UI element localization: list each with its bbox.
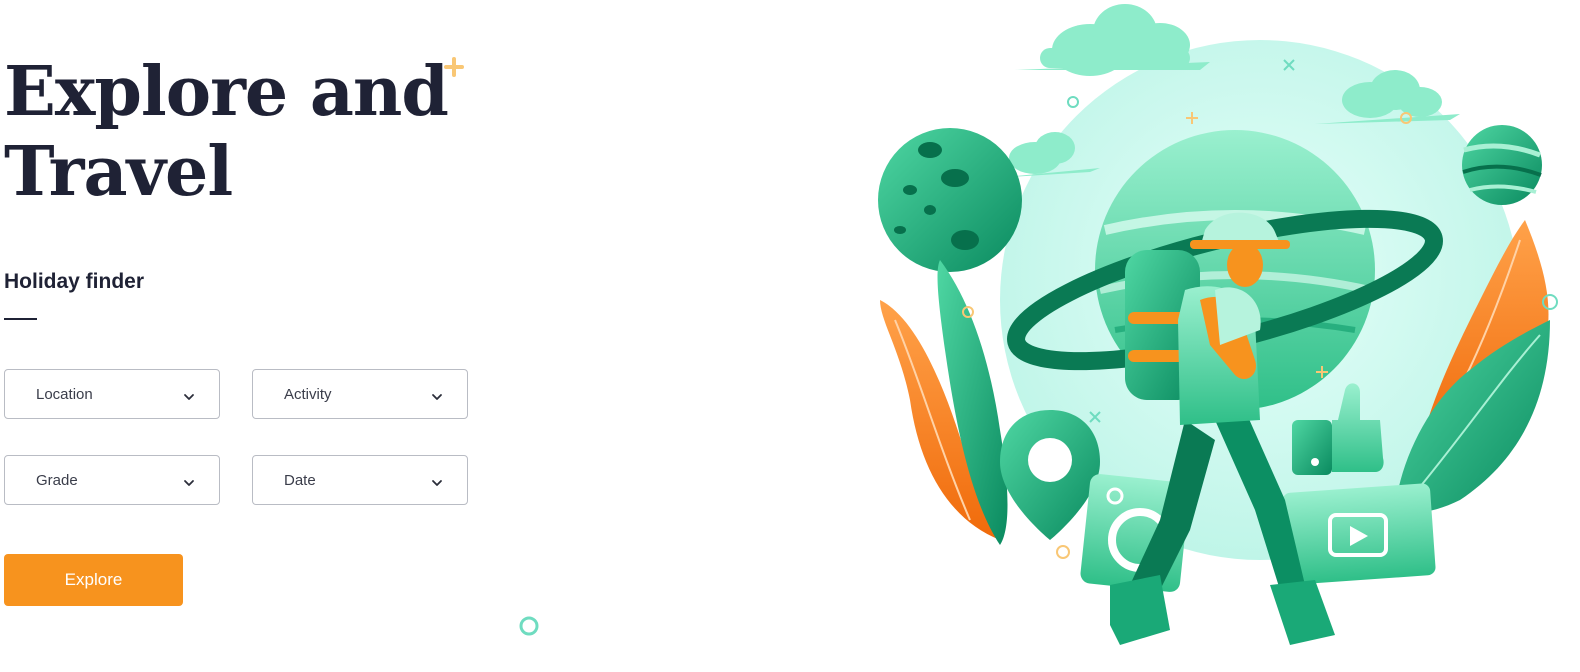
chevron-down-icon — [432, 480, 442, 486]
chevron-down-icon — [184, 480, 194, 486]
location-select-label: Location — [36, 386, 93, 403]
plus-icon — [444, 57, 464, 77]
heading-underline — [4, 318, 37, 320]
date-select-label: Date — [284, 472, 316, 489]
location-select[interactable]: Location — [4, 369, 220, 419]
explore-button[interactable]: Explore — [4, 554, 183, 606]
date-select[interactable]: Date — [252, 455, 468, 505]
activity-select[interactable]: Activity — [252, 369, 468, 419]
activity-select-label: Activity — [284, 386, 332, 403]
chevron-down-icon — [432, 394, 442, 400]
hero-title-line1: Explore and — [4, 52, 449, 132]
hero-title: Explore and Travel — [4, 52, 449, 212]
video-card — [1282, 483, 1436, 585]
grade-select[interactable]: Grade — [4, 455, 220, 505]
page: Explore and Travel Holiday finder Locati… — [0, 0, 1580, 672]
grade-select-label: Grade — [36, 472, 78, 489]
traveler-illustration — [878, 4, 1558, 645]
holiday-finder-heading: Holiday finder — [4, 270, 145, 293]
chevron-down-icon — [184, 394, 194, 400]
cloud-top — [1015, 4, 1210, 76]
hero-title-line2: Travel — [4, 132, 233, 212]
location-pin — [1000, 410, 1100, 540]
ring-icon — [519, 616, 539, 636]
small-planet — [1462, 125, 1542, 205]
crater-moon — [878, 128, 1022, 272]
